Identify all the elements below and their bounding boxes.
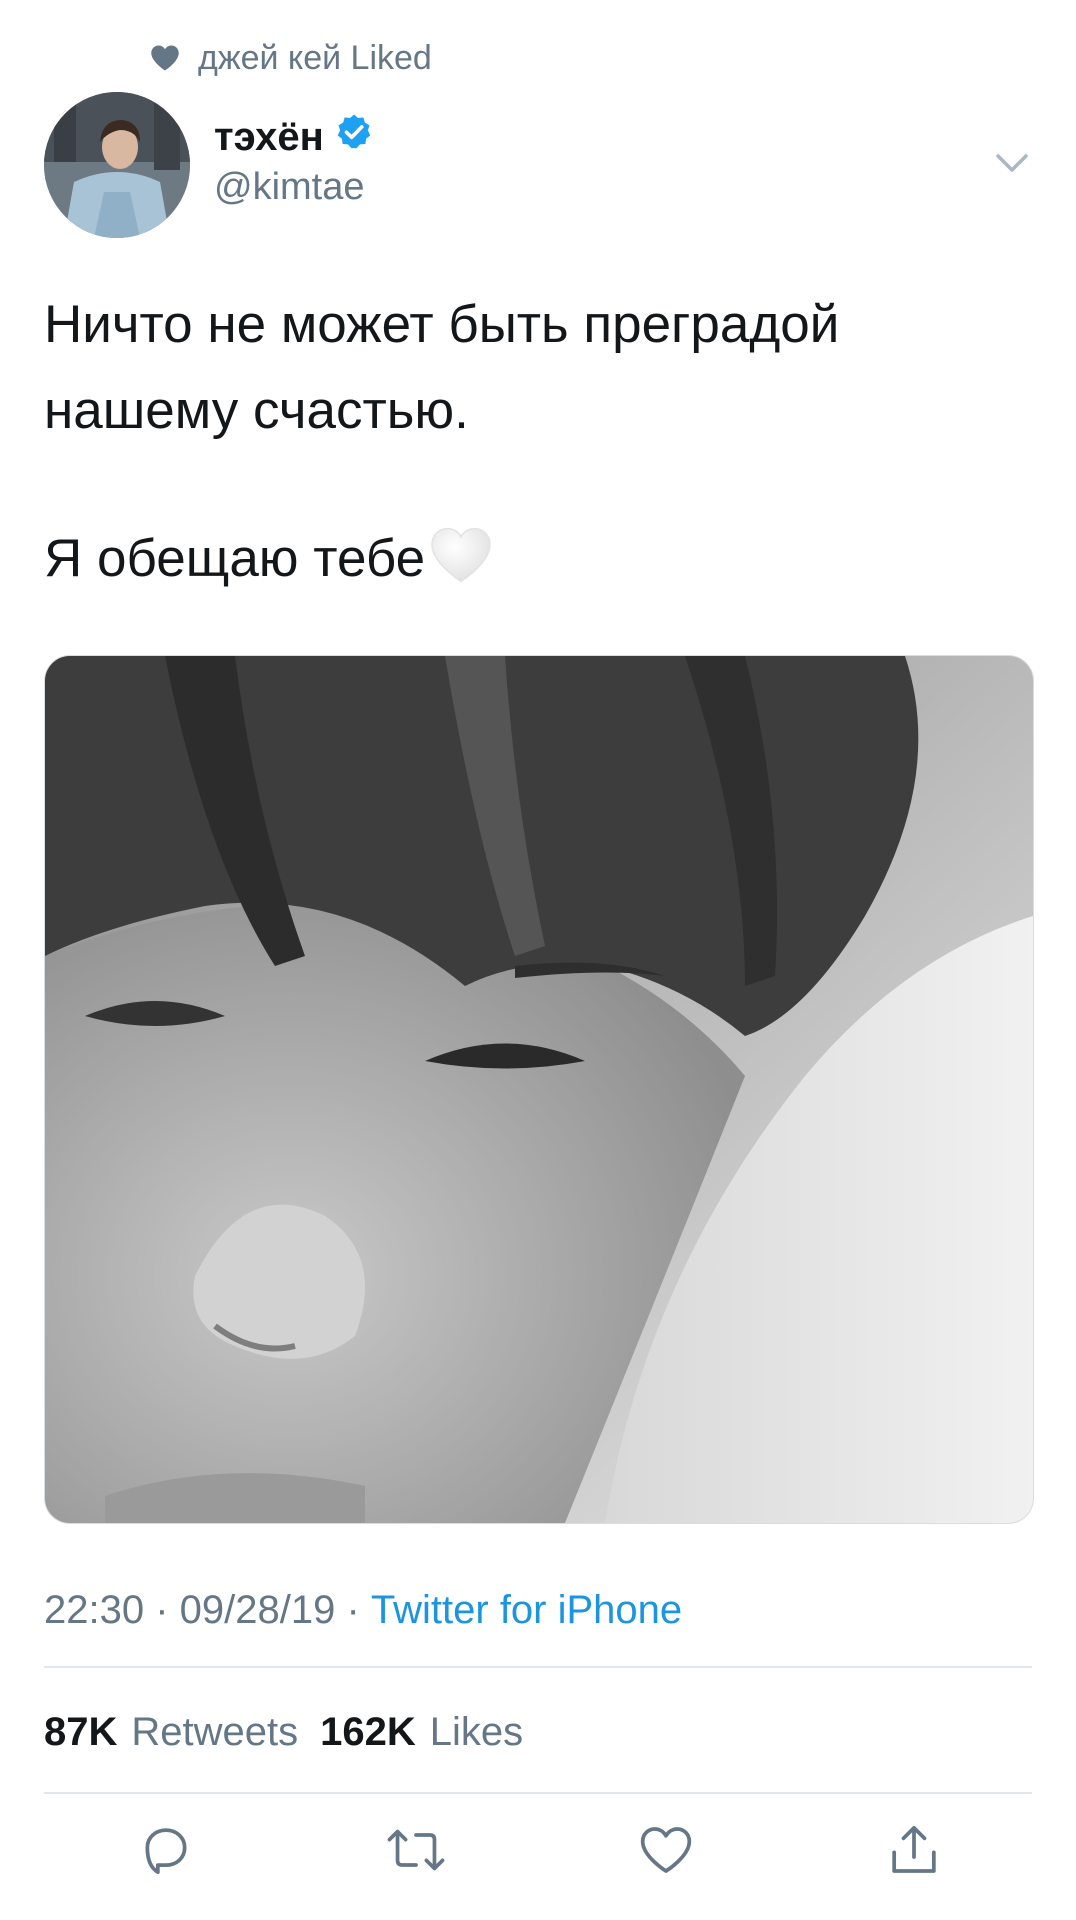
retweets-label[interactable]: Retweets bbox=[131, 1710, 298, 1755]
retweet-icon bbox=[386, 1822, 446, 1883]
tweet-text-line: Я обещаю тебе bbox=[44, 529, 426, 588]
meta-separator: · bbox=[335, 1588, 371, 1632]
like-icon bbox=[638, 1824, 694, 1881]
tweet-time: 22:30 bbox=[44, 1588, 145, 1632]
heart-icon bbox=[150, 44, 180, 72]
like-button[interactable] bbox=[634, 1820, 698, 1884]
author-name-row[interactable]: тэхён bbox=[214, 112, 374, 162]
white-heart-icon bbox=[429, 524, 493, 610]
meta-separator: · bbox=[144, 1588, 180, 1632]
tweet-text-line: нашему счастью. bbox=[44, 381, 469, 440]
tweet-meta: 22:30 · 09/28/19 · Twitter for iPhone bbox=[44, 1588, 682, 1633]
social-context: джей кей Liked bbox=[150, 36, 432, 80]
retweets-count[interactable]: 87K bbox=[44, 1710, 117, 1755]
divider bbox=[44, 1792, 1032, 1794]
tweet-date: 09/28/19 bbox=[179, 1588, 336, 1632]
social-context-text: джей кей Liked bbox=[198, 38, 432, 77]
tweet-media-photo[interactable] bbox=[44, 655, 1034, 1524]
tweet-text: Ничто не может быть преградой нашему сча… bbox=[44, 282, 1034, 610]
retweet-button[interactable] bbox=[384, 1820, 448, 1884]
share-icon bbox=[886, 1822, 942, 1883]
tweet-source-link[interactable]: Twitter for iPhone bbox=[371, 1588, 682, 1633]
tweet-stats: 87K Retweets 162K Likes bbox=[44, 1710, 531, 1755]
display-name[interactable]: тэхён bbox=[214, 115, 324, 160]
likes-count[interactable]: 162K bbox=[320, 1710, 416, 1755]
share-button[interactable] bbox=[882, 1820, 946, 1884]
verified-badge-icon bbox=[334, 112, 374, 162]
author-handle[interactable]: @kimtae bbox=[214, 166, 365, 209]
tweet-text-line-with-emoji: Я обещаю тебе bbox=[44, 516, 1034, 610]
avatar[interactable] bbox=[44, 92, 190, 238]
tweet-text-line: Ничто не может быть преградой bbox=[44, 295, 840, 354]
reply-button[interactable] bbox=[134, 1820, 198, 1884]
reply-icon bbox=[138, 1822, 194, 1883]
divider bbox=[44, 1666, 1032, 1668]
likes-label[interactable]: Likes bbox=[430, 1710, 523, 1755]
action-bar bbox=[0, 1820, 1076, 1890]
chevron-down-icon[interactable] bbox=[992, 148, 1032, 178]
